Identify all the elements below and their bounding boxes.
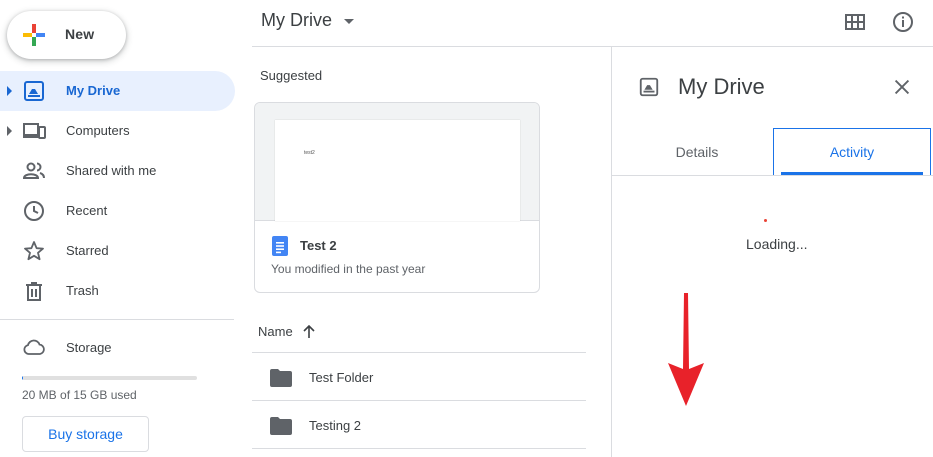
sidebar-item-computers[interactable]: Computers (0, 111, 235, 151)
loading-spinner (764, 219, 767, 222)
dropdown-arrow-icon (344, 19, 354, 24)
sidebar-item-storage[interactable]: Storage (0, 328, 234, 368)
suggested-heading: Suggested (260, 68, 323, 83)
tab-details[interactable]: Details (612, 128, 782, 175)
folder-icon (270, 369, 292, 387)
sidebar-item-label: Computers (66, 123, 130, 138)
row-name: Test Folder (309, 370, 374, 385)
google-docs-icon (272, 236, 288, 256)
annotation-arrow-down-icon (668, 293, 704, 406)
trash-icon (26, 282, 42, 301)
arrow-up-icon (303, 324, 315, 338)
sidebar: New My Drive Computers Shared with me Re… (0, 0, 248, 457)
header-divider (252, 46, 933, 47)
suggested-file-card[interactable]: test2 Test 2 You modified in the past ye… (254, 102, 540, 293)
sidebar-item-shared-with-me[interactable]: Shared with me (0, 151, 235, 191)
plus-icon (23, 24, 45, 46)
row-name: Testing 2 (309, 418, 362, 433)
column-header-name: Name (258, 324, 293, 339)
sidebar-item-starred[interactable]: Starred (0, 231, 235, 271)
file-name: Test 2 (300, 238, 337, 253)
location-dropdown[interactable]: My Drive (261, 10, 354, 31)
close-icon[interactable] (891, 76, 913, 98)
panel-divider (611, 47, 612, 457)
storage-usage-bar (22, 376, 197, 380)
sidebar-item-recent[interactable]: Recent (0, 191, 235, 231)
file-preview: test2 (255, 103, 539, 221)
storage-usage-text: 20 MB of 15 GB used (22, 388, 137, 402)
sidebar-item-label: Starred (66, 243, 109, 258)
buy-storage-button[interactable]: Buy storage (22, 416, 149, 452)
tab-activity[interactable]: Activity (773, 128, 931, 175)
loading-text: Loading... (746, 236, 808, 252)
expand-caret-icon[interactable] (7, 86, 12, 96)
new-button-label: New (65, 26, 95, 42)
list-divider (252, 448, 586, 449)
grid-view-icon[interactable] (843, 10, 867, 34)
expand-caret-icon[interactable] (7, 126, 12, 136)
clock-icon (24, 201, 44, 221)
cloud-icon (23, 339, 45, 355)
preview-text: test2 (304, 150, 315, 156)
computers-icon (23, 123, 46, 139)
info-icon[interactable] (891, 10, 915, 34)
tabs-divider (612, 175, 933, 176)
sidebar-item-label: Trash (66, 283, 99, 298)
sidebar-nav: My Drive Computers Shared with me Recent… (0, 71, 235, 311)
page-title: My Drive (261, 10, 332, 30)
star-icon (24, 241, 44, 261)
sidebar-divider (0, 319, 234, 320)
table-row[interactable]: Testing 2 (252, 401, 586, 449)
details-panel-title: My Drive (678, 74, 765, 99)
sort-by-name-header[interactable]: Name (258, 324, 315, 339)
my-drive-icon (639, 77, 659, 97)
new-button[interactable]: New (7, 11, 126, 59)
sidebar-item-trash[interactable]: Trash (0, 271, 235, 311)
sidebar-item-label: Shared with me (66, 163, 157, 178)
shared-icon (22, 162, 45, 179)
sidebar-item-my-drive[interactable]: My Drive (0, 71, 235, 111)
my-drive-icon (24, 81, 44, 101)
table-row[interactable]: Test Folder (252, 353, 586, 401)
file-modified-text: You modified in the past year (271, 262, 426, 276)
storage-label: Storage (66, 340, 112, 355)
folder-icon (270, 417, 292, 435)
sidebar-item-label: My Drive (66, 83, 121, 98)
preview-page: test2 (275, 120, 520, 221)
sidebar-item-label: Recent (66, 203, 108, 218)
